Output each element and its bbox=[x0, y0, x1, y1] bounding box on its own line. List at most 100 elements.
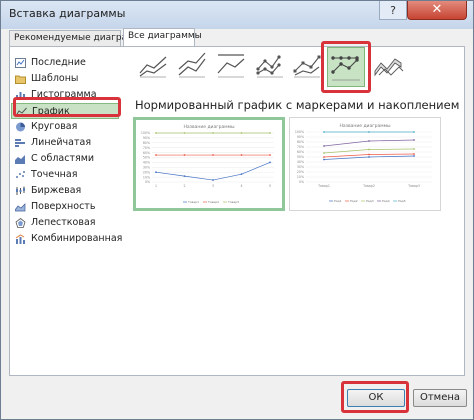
series-marker bbox=[183, 132, 186, 134]
x-tick-label: 2 bbox=[183, 184, 185, 188]
subtype-percent-stacked-line[interactable] bbox=[215, 45, 247, 85]
chart-preview-1[interactable]: Название диаграммы 100% 90% 80% 70% 60% 50% 40… bbox=[133, 117, 285, 211]
series-marker bbox=[413, 153, 415, 155]
legend-label: Ряд3 bbox=[366, 199, 374, 203]
surface-chart-icon bbox=[15, 203, 26, 212]
pie-chart-icon bbox=[16, 122, 25, 132]
y-tick-label: 20% bbox=[297, 170, 304, 174]
combo-chart-icon bbox=[15, 234, 25, 244]
help-button[interactable]: ? bbox=[379, 1, 407, 20]
folder-icon bbox=[15, 75, 26, 84]
y-axis-labels: 100%90%80%70%60%50%40%30%20%10%0% bbox=[295, 130, 304, 184]
subtype-stacked-line[interactable] bbox=[176, 45, 208, 85]
series-marker bbox=[269, 161, 271, 164]
series-lines bbox=[323, 131, 415, 161]
sidebar-item-bar[interactable]: Линейчатая bbox=[11, 135, 119, 151]
subtype-line-markers[interactable] bbox=[254, 45, 286, 85]
line-markers-icon bbox=[256, 55, 283, 78]
sidebar-item-area[interactable]: С областями bbox=[11, 151, 119, 167]
sidebar-item-label: Биржевая bbox=[31, 185, 82, 196]
x-tick-label: Товар1 bbox=[317, 184, 330, 188]
series-marker bbox=[368, 148, 370, 151]
series-marker bbox=[368, 156, 370, 158]
y-tick-label: 60% bbox=[143, 151, 150, 155]
sidebar-item-label: Круговая bbox=[31, 121, 78, 132]
tab-recommended-charts[interactable]: Рекомендуемые диаграммы bbox=[9, 30, 148, 46]
sidebar-item-surface[interactable]: Поверхность bbox=[11, 199, 119, 215]
y-tick-label: 50% bbox=[143, 156, 150, 160]
series-marker bbox=[183, 175, 186, 178]
legend-label: Ряд2 bbox=[350, 199, 358, 203]
sidebar-item-scatter[interactable]: Точечная bbox=[11, 167, 119, 183]
series-marker bbox=[240, 132, 243, 134]
legend-label: Товар3 bbox=[227, 200, 239, 204]
legend: Ряд1 Ряд2 Ряд3 Ряд4 Ряд5 bbox=[329, 199, 406, 203]
y-tick-label: 60% bbox=[297, 150, 304, 154]
sidebar-item-templates[interactable]: Шаблоны bbox=[11, 71, 119, 87]
subtype-3d-line[interactable] bbox=[373, 45, 405, 85]
x-tick-label: Товар2 bbox=[362, 184, 375, 188]
series-marker bbox=[183, 154, 186, 156]
y-tick-label: 40% bbox=[297, 160, 304, 164]
radar-chart-icon bbox=[15, 218, 26, 228]
series-marker bbox=[155, 154, 157, 156]
sidebar-item-pie[interactable]: Круговая bbox=[11, 119, 119, 135]
percent-stacked-line-icon bbox=[217, 54, 245, 78]
chart-preview-2[interactable]: Название диаграммы 100% 90% 80% 70% 60% 50% 40… bbox=[289, 117, 441, 211]
ok-button[interactable]: ОК bbox=[347, 389, 405, 407]
series-marker bbox=[240, 173, 243, 176]
subtype-stacked-line-markers[interactable] bbox=[291, 45, 323, 85]
x-axis-labels: Товар1 Товар2 Товар3 bbox=[317, 184, 420, 188]
x-tick-label: 3 bbox=[212, 184, 214, 188]
subtype-line[interactable] bbox=[137, 45, 169, 85]
preview-title: Название диаграммы bbox=[183, 124, 235, 130]
series-marker bbox=[323, 156, 325, 158]
x-tick-label: Товар3 bbox=[407, 184, 420, 188]
sidebar-item-stock[interactable]: Биржевая bbox=[11, 183, 119, 199]
y-tick-label: 90% bbox=[143, 136, 150, 140]
series-lines bbox=[155, 132, 271, 181]
tab-all-charts[interactable]: Все диаграммы bbox=[123, 28, 202, 46]
y-tick-label: 10% bbox=[297, 175, 304, 179]
annotation-highlight-line-chart bbox=[13, 97, 121, 117]
series-marker bbox=[269, 132, 271, 134]
area-chart-icon bbox=[15, 155, 25, 164]
line-icon bbox=[139, 56, 167, 78]
sidebar-item-label: Поверхность bbox=[31, 201, 96, 212]
y-tick-label: 30% bbox=[143, 166, 150, 170]
series-marker bbox=[155, 171, 157, 174]
series-marker bbox=[323, 158, 325, 161]
y-tick-label: 20% bbox=[143, 170, 150, 174]
sidebar-item-label: Последние bbox=[31, 57, 86, 68]
sidebar-item-label: Шаблоны bbox=[31, 73, 79, 84]
y-tick-label: 0% bbox=[299, 180, 304, 184]
sidebar-item-label: Лепестковая bbox=[31, 217, 96, 228]
legend-label: Ряд4 bbox=[382, 199, 390, 203]
y-tick-label: 40% bbox=[143, 161, 150, 165]
y-tick-label: 50% bbox=[297, 155, 304, 159]
series-marker bbox=[368, 140, 370, 142]
close-button[interactable]: ✕ bbox=[407, 1, 467, 20]
series-marker bbox=[368, 131, 370, 133]
y-tick-label: 10% bbox=[143, 175, 150, 179]
legend: Товар1 Товар2 Товар3 bbox=[183, 200, 239, 204]
series-marker bbox=[212, 154, 214, 156]
x-tick-label: 5 bbox=[269, 184, 271, 188]
series-marker bbox=[413, 148, 415, 150]
legend-label: Товар1 bbox=[187, 200, 199, 204]
series-marker bbox=[368, 153, 370, 156]
scatter-chart-icon bbox=[16, 171, 25, 178]
dialog-title: Вставка диаграммы bbox=[9, 7, 126, 20]
legend-label: Ряд5 bbox=[398, 199, 406, 203]
sidebar-item-radar[interactable]: Лепестковая bbox=[11, 215, 119, 231]
gridlines bbox=[152, 132, 274, 183]
sidebar-item-recent[interactable]: Последние bbox=[11, 55, 119, 71]
title-bar[interactable]: Вставка диаграммы ? ✕ bbox=[1, 1, 473, 29]
x-axis-labels: 1 2 3 4 5 bbox=[155, 184, 271, 188]
sidebar-item-label: С областями bbox=[31, 153, 95, 164]
sidebar-item-label: Точечная bbox=[31, 169, 78, 180]
sidebar-item-combo[interactable]: Комбинированная bbox=[11, 231, 122, 247]
y-tick-label: 90% bbox=[297, 135, 304, 139]
cancel-button[interactable]: Отмена bbox=[413, 389, 467, 407]
legend-label: Товар2 bbox=[207, 200, 219, 204]
